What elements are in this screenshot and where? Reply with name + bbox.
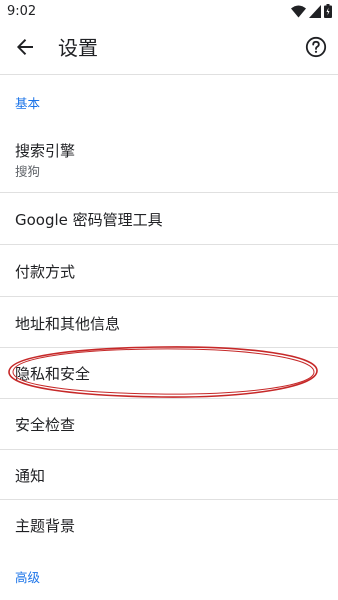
setting-label: 隐私和安全 xyxy=(15,365,91,383)
setting-value: 搜狗 xyxy=(15,164,41,179)
section-header-advanced: 高级 xyxy=(15,570,41,585)
help-circle-icon xyxy=(305,36,327,62)
setting-row-privacy-security[interactable]: 隐私和安全 xyxy=(0,348,338,398)
setting-row-search-engine[interactable]: 搜索引擎 搜狗 xyxy=(0,129,338,192)
status-icons xyxy=(291,3,332,22)
page-title: 设置 xyxy=(58,36,98,60)
setting-row-notifications[interactable]: 通知 xyxy=(0,450,338,499)
setting-row-password-manager[interactable]: Google 密码管理工具 xyxy=(0,193,338,244)
setting-label: 地址和其他信息 xyxy=(15,315,121,333)
battery-icon xyxy=(324,3,332,22)
setting-row-themes[interactable]: 主题背景 xyxy=(0,500,338,550)
help-button[interactable] xyxy=(302,35,330,63)
status-bar: 9:02 xyxy=(0,0,338,24)
status-time: 9:02 xyxy=(7,4,37,19)
setting-row-safety-check[interactable]: 安全检查 xyxy=(0,399,338,449)
setting-row-payment-methods[interactable]: 付款方式 xyxy=(0,245,338,296)
setting-label: 付款方式 xyxy=(15,263,76,281)
setting-label: 通知 xyxy=(15,467,46,485)
setting-row-addresses[interactable]: 地址和其他信息 xyxy=(0,297,338,347)
signal-icon xyxy=(309,3,321,22)
arrow-left-icon xyxy=(16,38,34,60)
setting-label: 搜索引擎 xyxy=(15,142,76,160)
setting-label: 安全检查 xyxy=(15,416,76,434)
app-bar-divider xyxy=(0,74,338,75)
back-button[interactable] xyxy=(10,34,40,64)
section-header-basic: 基本 xyxy=(15,96,41,111)
setting-label: Google 密码管理工具 xyxy=(15,211,163,229)
app-bar: 设置 xyxy=(0,24,338,74)
setting-label: 主题背景 xyxy=(15,517,76,535)
wifi-icon xyxy=(291,3,306,22)
